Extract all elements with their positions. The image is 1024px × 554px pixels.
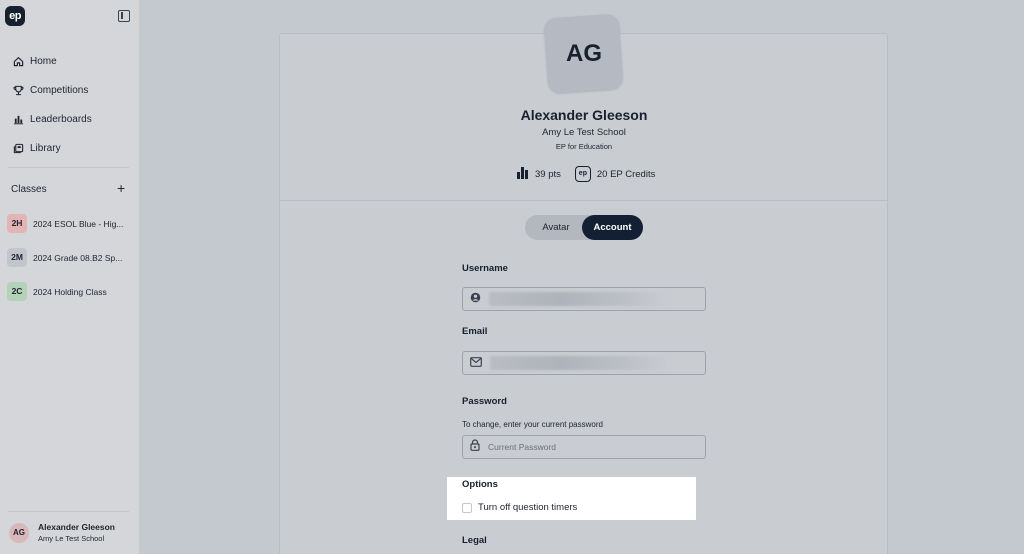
question-timer-label: Turn off question timers	[478, 502, 578, 513]
credits-value: 20 EP Credits	[596, 168, 656, 180]
question-timer-checkbox[interactable]	[462, 502, 472, 513]
nav-competitions[interactable]: Competitions	[12, 84, 88, 96]
class-name: 2024 ESOL Blue - Hig...	[33, 218, 124, 229]
mail-icon	[470, 354, 482, 372]
class-item-2h[interactable]: 2H 2024 ESOL Blue - Hig...	[7, 214, 123, 233]
nav-home[interactable]: Home	[12, 55, 57, 67]
tab-account[interactable]: Account	[582, 215, 643, 240]
tab-avatar[interactable]: Avatar	[529, 215, 583, 240]
class-badge: 2H	[7, 214, 27, 233]
home-icon	[12, 55, 24, 67]
credits-stat: ep 20 EP Credits	[574, 166, 656, 182]
classes-heading: Classes	[11, 184, 47, 195]
user-circle-icon	[470, 290, 481, 308]
points-stat: 39 pts	[516, 166, 561, 182]
ep-credits-icon: ep	[574, 166, 591, 182]
user-name: Alexander Gleeson	[38, 522, 116, 532]
class-item-2m[interactable]: 2M 2024 Grade 08.B2 Sp...	[7, 248, 122, 267]
email-label: Email	[462, 326, 488, 337]
options-label: Options	[462, 479, 498, 490]
profile-tab-toggle: Avatar Account	[525, 215, 643, 240]
sidebar-divider	[8, 167, 129, 168]
trophy-icon	[12, 84, 24, 96]
class-item-2c[interactable]: 2C 2024 Holding Class	[7, 282, 107, 301]
profile-initials: AG	[565, 39, 602, 67]
password-label: Password	[462, 396, 507, 407]
class-name: 2024 Holding Class	[33, 286, 107, 297]
username-label: Username	[462, 263, 508, 274]
current-password-input[interactable]	[488, 442, 688, 452]
points-value: 39 pts	[535, 168, 561, 180]
nav-competitions-label: Competitions	[30, 84, 89, 96]
add-class-button[interactable]: +	[117, 181, 125, 195]
class-name: 2024 Grade 08.B2 Sp...	[33, 252, 123, 263]
username-value-redacted	[489, 292, 669, 306]
bar-chart-icon	[516, 166, 529, 182]
class-badge: 2M	[7, 248, 27, 267]
profile-avatar: AG	[543, 13, 624, 94]
sidebar-footer-divider	[8, 511, 129, 512]
current-password-field[interactable]	[462, 435, 706, 459]
profile-org: EP for Education	[555, 142, 613, 151]
profile-stats: 39 pts ep 20 EP Credits	[516, 166, 655, 182]
avatar: AG	[9, 522, 29, 543]
email-value-redacted	[490, 356, 670, 370]
ep-logo[interactable]: ep	[5, 6, 25, 26]
nav-home-label: Home	[30, 55, 57, 67]
email-field[interactable]	[462, 351, 706, 375]
legal-label: Legal	[462, 535, 487, 546]
collapse-sidebar-icon[interactable]	[118, 10, 130, 22]
username-field[interactable]	[462, 287, 706, 311]
password-hint: To change, enter your current password	[462, 420, 603, 429]
profile-divider	[279, 200, 888, 201]
user-profile-footer[interactable]: AG Alexander Gleeson Amy Le Test School	[9, 522, 115, 543]
class-badge: 2C	[7, 282, 27, 301]
sidebar: ep Home Competitions Leaderboards Librar…	[0, 0, 140, 554]
profile-school: Amy Le Test School	[542, 127, 626, 138]
profile-name: Alexander Gleeson	[520, 107, 648, 123]
lock-icon	[470, 438, 480, 456]
question-timer-option[interactable]: Turn off question timers	[462, 502, 577, 513]
user-school: Amy Le Test School	[38, 534, 105, 543]
